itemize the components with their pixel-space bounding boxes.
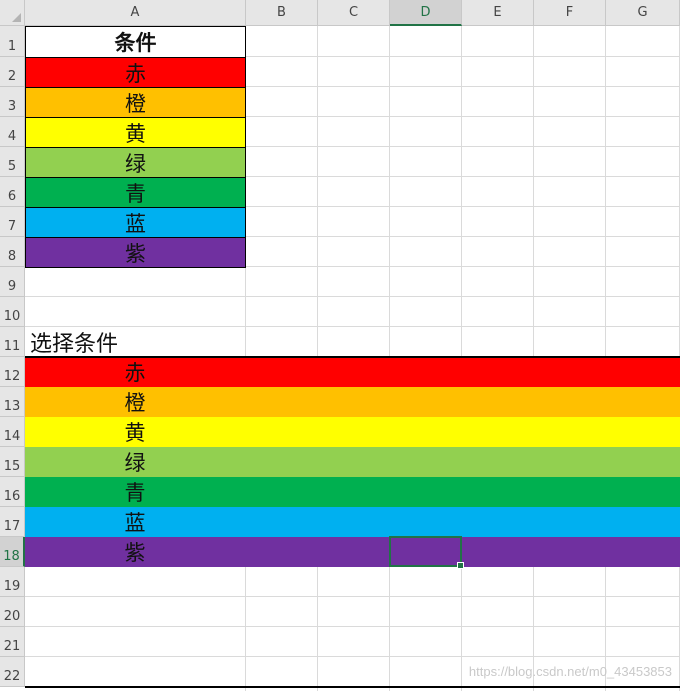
section2-cell-14[interactable]: 黄: [25, 417, 245, 447]
row-header-1[interactable]: 1: [0, 26, 25, 57]
row-header-22[interactable]: 22: [0, 657, 25, 687]
row-header-15[interactable]: 15: [0, 447, 25, 477]
active-cell-selection[interactable]: [389, 536, 464, 569]
row-header-21[interactable]: 21: [0, 627, 25, 657]
row-header-4[interactable]: 4: [0, 117, 25, 147]
row-header-6[interactable]: 6: [0, 177, 25, 207]
gridline-horizontal: [25, 656, 680, 657]
row-header-9[interactable]: 9: [0, 267, 25, 297]
watermark: https://blog.csdn.net/m0_43453853: [468, 664, 672, 679]
row-header-17[interactable]: 17: [0, 507, 25, 537]
row-header-3[interactable]: 3: [0, 87, 25, 117]
column-header-d[interactable]: D: [390, 0, 462, 26]
table1-cell-5[interactable]: 绿: [25, 147, 246, 178]
gridline-horizontal: [25, 596, 680, 597]
column-header-e[interactable]: E: [462, 0, 534, 26]
row-header-7[interactable]: 7: [0, 207, 25, 237]
sheet-bottom-border: [25, 686, 680, 688]
table1-cell-7[interactable]: 蓝: [25, 207, 246, 238]
row-header-20[interactable]: 20: [0, 597, 25, 627]
column-header-b[interactable]: B: [246, 0, 318, 26]
gridline-horizontal: [25, 296, 680, 297]
column-header-g[interactable]: G: [606, 0, 680, 26]
table1-cell-2[interactable]: 赤: [25, 57, 246, 88]
row-header-2[interactable]: 2: [0, 57, 25, 87]
gridline-horizontal: [25, 626, 680, 627]
section2-cell-15[interactable]: 绿: [25, 447, 245, 477]
table1-cell-4[interactable]: 黄: [25, 117, 246, 148]
row-header-13[interactable]: 13: [0, 387, 25, 417]
row-header-5[interactable]: 5: [0, 147, 25, 177]
spreadsheet: ABCDEFG 1 2 3 4 5 6 7 8 9 10 11 12 13 14 15 16 17 18 19 20 2…: [0, 0, 680, 691]
section2-cell-12[interactable]: 赤: [25, 357, 245, 387]
row-header-10[interactable]: 10: [0, 297, 25, 327]
table1-cell-8[interactable]: 紫: [25, 237, 246, 268]
column-header-c[interactable]: C: [318, 0, 390, 26]
row-header-18[interactable]: 18: [0, 537, 25, 567]
section2-cell-16[interactable]: 青: [25, 477, 245, 507]
row-header-14[interactable]: 14: [0, 417, 25, 447]
table1-cell-6[interactable]: 青: [25, 177, 246, 208]
column-header-a[interactable]: A: [25, 0, 246, 26]
section2-cell-17[interactable]: 蓝: [25, 507, 245, 537]
row-header-12[interactable]: 12: [0, 357, 25, 387]
row-header-19[interactable]: 19: [0, 567, 25, 597]
select-all-corner[interactable]: [0, 0, 25, 26]
row-header-16[interactable]: 16: [0, 477, 25, 507]
section2-cell-13[interactable]: 橙: [25, 387, 245, 417]
section2-cell-18[interactable]: 紫: [25, 537, 245, 567]
table1-header-cell[interactable]: 条件: [25, 26, 246, 58]
table1-cell-3[interactable]: 橙: [25, 87, 246, 118]
row-header-8[interactable]: 8: [0, 237, 25, 267]
row-header-11[interactable]: 11: [0, 327, 25, 357]
section2-top-border: [25, 356, 680, 358]
section2-label-cell[interactable]: 选择条件: [25, 327, 325, 357]
column-header-f[interactable]: F: [534, 0, 606, 26]
select-all-triangle-icon: [12, 13, 21, 22]
